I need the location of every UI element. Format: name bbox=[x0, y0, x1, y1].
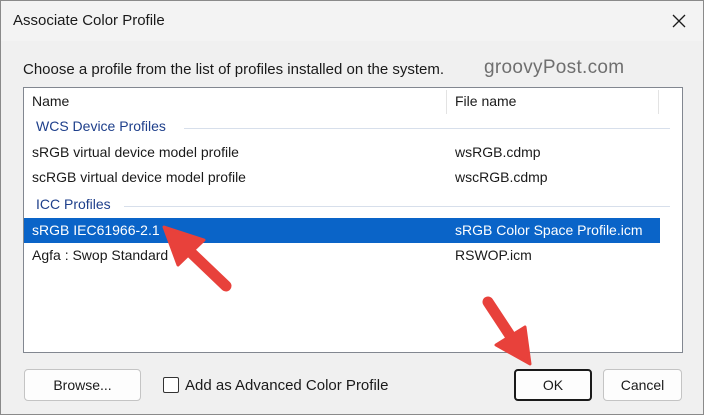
watermark: groovyPost.com bbox=[484, 57, 625, 78]
profile-file: wscRGB.cdmp bbox=[455, 169, 548, 185]
browse-button[interactable]: Browse... bbox=[24, 369, 141, 401]
group-header-wcs: WCS Device Profiles bbox=[24, 115, 682, 139]
list-item[interactable]: scRGB virtual device model profile wscRG… bbox=[24, 165, 660, 190]
group-divider bbox=[124, 206, 670, 207]
close-button[interactable] bbox=[665, 7, 693, 35]
profile-list[interactable]: Name File name WCS Device Profiles sRGB … bbox=[23, 87, 683, 353]
profile-file: RSWOP.icm bbox=[455, 247, 532, 263]
group-header-icc: ICC Profiles bbox=[24, 193, 682, 217]
profile-name: sRGB virtual device model profile bbox=[32, 144, 239, 160]
profile-name: Agfa : Swop Standard bbox=[32, 247, 169, 263]
title-bar: Associate Color Profile bbox=[1, 1, 703, 41]
column-header-name[interactable]: Name bbox=[32, 88, 69, 114]
profile-name: sRGB IEC61966-2.1 bbox=[32, 222, 160, 238]
column-separator[interactable] bbox=[446, 90, 447, 114]
advanced-profile-checkbox[interactable]: Add as Advanced Color Profile bbox=[163, 374, 388, 396]
checkbox-label: Add as Advanced Color Profile bbox=[185, 376, 389, 394]
list-item-selected[interactable]: sRGB IEC61966-2.1 sRGB Color Space Profi… bbox=[24, 218, 660, 243]
column-header-file-name[interactable]: File name bbox=[455, 88, 516, 114]
column-separator[interactable] bbox=[658, 90, 659, 114]
list-item[interactable]: sRGB virtual device model profile wsRGB.… bbox=[24, 140, 660, 165]
checkbox-box[interactable] bbox=[163, 377, 179, 393]
ok-button[interactable]: OK bbox=[514, 369, 592, 401]
close-icon bbox=[672, 14, 686, 28]
dialog-title: Associate Color Profile bbox=[13, 12, 165, 29]
list-item[interactable]: Agfa : Swop Standard RSWOP.icm bbox=[24, 243, 660, 268]
instruction-text: Choose a profile from the list of profil… bbox=[23, 61, 445, 78]
cancel-button[interactable]: Cancel bbox=[603, 369, 682, 401]
group-label: ICC Profiles bbox=[36, 196, 117, 212]
associate-color-profile-dialog: Associate Color Profile Choose a profile… bbox=[0, 0, 704, 415]
group-label: WCS Device Profiles bbox=[36, 118, 172, 134]
group-divider bbox=[184, 128, 670, 129]
list-header: Name File name bbox=[24, 88, 682, 114]
profile-file: wsRGB.cdmp bbox=[455, 144, 541, 160]
profile-file: sRGB Color Space Profile.icm bbox=[455, 222, 643, 238]
profile-name: scRGB virtual device model profile bbox=[32, 169, 246, 185]
